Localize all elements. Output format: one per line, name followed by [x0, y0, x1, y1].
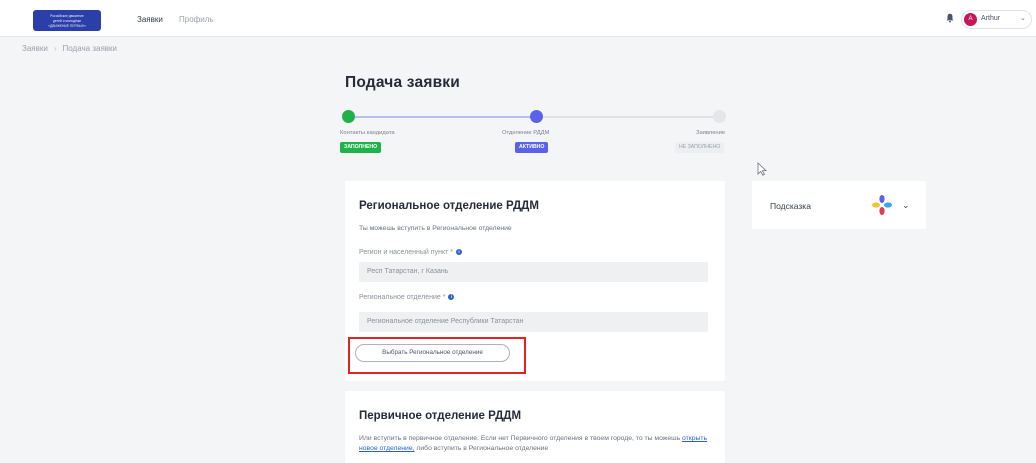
primary-card-description: Или вступить в первичное отделение. Если… [359, 434, 711, 454]
office-label-text: Региональное отделение * [359, 294, 446, 301]
cursor-icon [757, 162, 767, 176]
region-field-label: Регион и населенный пункт * i [359, 249, 462, 256]
top-navbar: Российское движение детей и молодёжи «ДВ… [0, 0, 1036, 37]
info-icon[interactable]: i [455, 249, 462, 256]
status-badge-done: ЗАПОЛНЕНО [340, 142, 382, 153]
step-label-office: Отделение РДДМ [502, 130, 550, 136]
office-field-label: Региональное отделение * i [359, 294, 455, 301]
regional-card-description: Ты можешь вступить в Региональное отделе… [359, 225, 512, 232]
logo-line-3: «ДВИЖЕНИЕ ПЕРВЫХ» [48, 23, 86, 28]
page-title: Подача заявки [345, 74, 460, 91]
step-dot-application [713, 110, 726, 123]
breadcrumb: Заявки › Подача заявки [22, 44, 117, 53]
step-dot-contacts [342, 110, 355, 123]
step-label-contacts: Контакты кандидата [340, 130, 395, 136]
breadcrumb-separator: › [53, 44, 57, 53]
primary-card-title: Первичное отделение РДДМ [359, 410, 522, 422]
user-menu[interactable]: А Arthur ⌄ [961, 10, 1032, 29]
stepper: Контакты кандидата Отделение РДДМ Заявле… [340, 109, 726, 159]
step-dot-office [530, 110, 543, 123]
step-connector-1 [352, 116, 533, 118]
hint-label: Подсказка [770, 201, 811, 211]
avatar: А [964, 13, 977, 26]
regional-card-title: Региональное отделение РДДМ [359, 200, 539, 212]
breadcrumb-applications[interactable]: Заявки [22, 44, 48, 53]
status-badge-active: АКТИВНО [515, 142, 549, 153]
primary-text-after: либо вступить в Региональное отделение [416, 445, 549, 452]
regional-office-input[interactable]: Региональное отделение Республики Татарс… [359, 312, 708, 332]
step-connector-2 [539, 116, 715, 118]
user-name: Arthur [981, 15, 1001, 22]
nav-applications[interactable]: Заявки [137, 15, 163, 24]
logo[interactable]: Российское движение детей и молодёжи «ДВ… [33, 10, 101, 31]
chevron-down-icon[interactable]: ⌄ [902, 200, 910, 211]
nav-profile[interactable]: Профиль [179, 15, 214, 24]
region-label-text: Регион и населенный пункт * [359, 249, 453, 256]
logo-line-1: Российское движение [50, 13, 84, 18]
info-icon[interactable]: i [448, 294, 455, 301]
bell-icon[interactable] [946, 13, 954, 23]
status-badge-pending: НЕ ЗАПОЛНЕНО [675, 142, 725, 153]
hint-panel[interactable]: Подсказка ⌄ [752, 181, 926, 229]
breadcrumb-current: Подача заявки [62, 44, 117, 53]
primary-text-before: Или вступить в первичное отделение. Если… [359, 435, 681, 442]
region-input[interactable]: Респ Татарстан, г Казань [359, 262, 708, 282]
logo-line-2: детей и молодёжи [52, 18, 82, 23]
highlight-box [348, 337, 526, 374]
chevron-down-icon: ⌄ [1020, 15, 1026, 22]
step-label-application: Заявление [696, 130, 726, 136]
hint-icon [872, 195, 892, 215]
